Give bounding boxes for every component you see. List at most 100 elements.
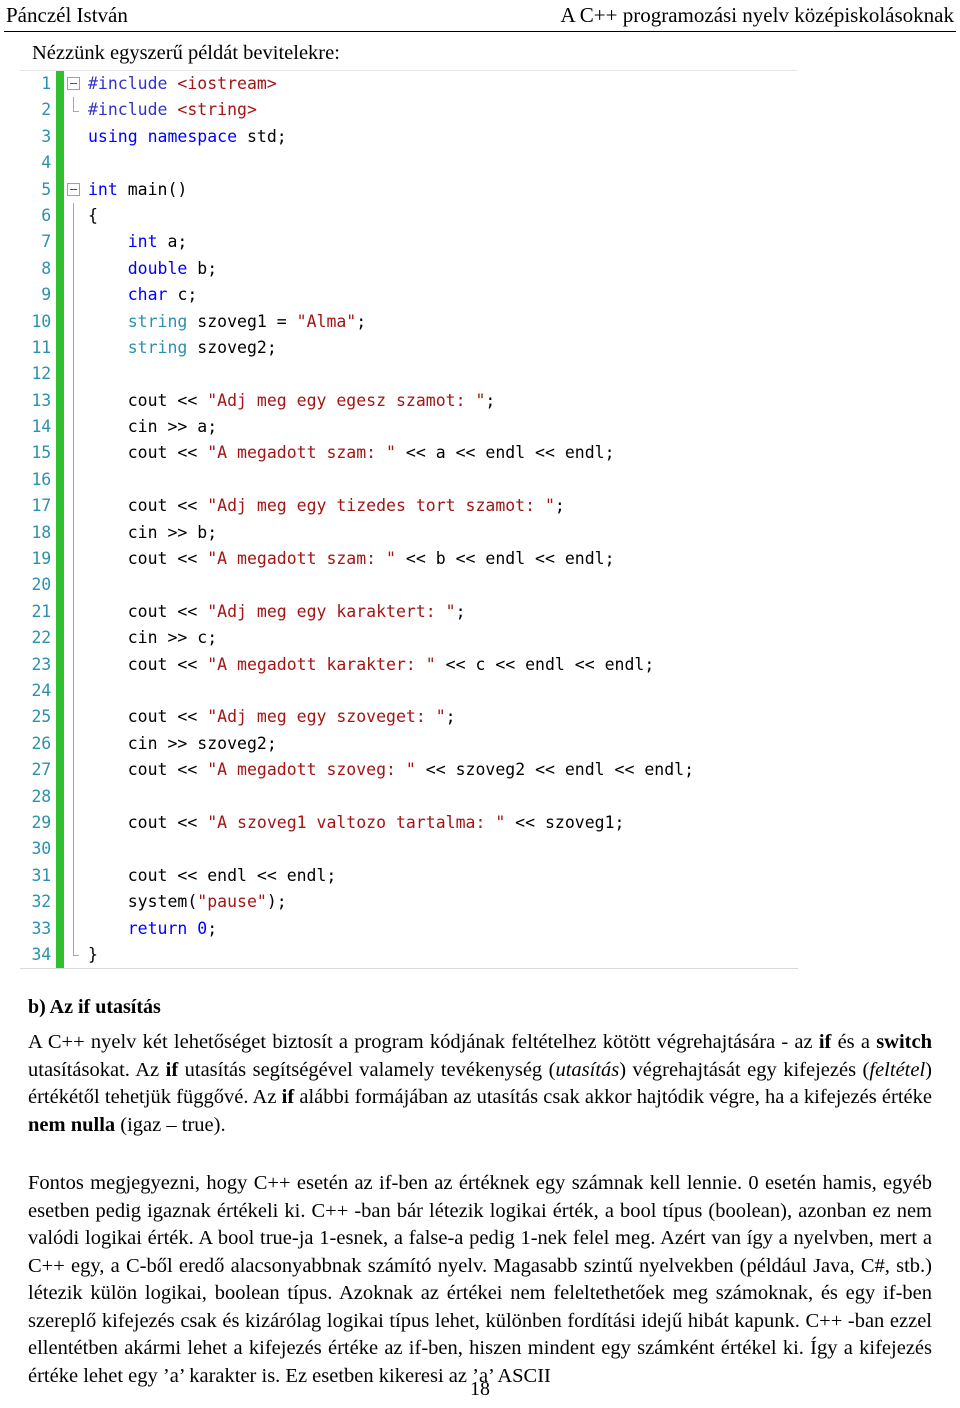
code-line[interactable]: 22 cin >> c; (20, 625, 798, 652)
code-line-text: cout << "A megadott szam: " << b << endl… (127, 549, 615, 569)
code-line-text (86, 836, 798, 862)
change-indicator-bar (56, 440, 64, 467)
code-line[interactable]: 3 using namespace std; (20, 123, 798, 151)
line-number: 32 (31, 892, 52, 912)
outline-scope-line (64, 809, 86, 837)
code-line-text: string szoveg2; (127, 337, 277, 357)
line-number: 14 (31, 417, 52, 437)
code-line[interactable]: 31 cout << endl << endl; (20, 862, 798, 890)
code-line[interactable]: 17 cout << "Adj meg egy tizedes tort sza… (20, 493, 798, 520)
code-editor-block: 1 #include <iostream> 2 #include <string> 3 u… (20, 70, 798, 970)
outline-scope-line (64, 836, 86, 863)
code-line[interactable]: 4 (20, 150, 798, 177)
code-line-text: int main() (88, 179, 188, 199)
line-number: 13 (31, 390, 52, 410)
outline-scope-line (64, 334, 86, 362)
code-line[interactable]: 34} (20, 941, 798, 969)
code-line-text: cout << endl << endl; (127, 865, 337, 885)
line-number: 29 (31, 812, 52, 832)
line-number: 22 (31, 628, 52, 648)
code-line[interactable]: 19 cout << "A megadott szam: " << b << e… (20, 546, 798, 573)
code-line[interactable]: 11 string szoveg2; (20, 334, 798, 362)
change-indicator-bar (56, 783, 64, 810)
outline-scope-line (64, 572, 86, 599)
code-line[interactable]: 5 int main() (20, 176, 798, 203)
code-line[interactable]: 32 system("pause"); (20, 889, 798, 916)
code-line[interactable]: 2 #include <string> (20, 97, 798, 124)
code-line[interactable]: 9 char c; (20, 282, 798, 309)
outline-scope-line (64, 889, 86, 916)
code-line[interactable]: 8 double b; (20, 255, 798, 283)
change-indicator-bar (56, 862, 64, 890)
code-line[interactable]: 13 cout << "Adj meg egy egesz szamot: "; (20, 387, 798, 415)
change-indicator-bar (56, 651, 64, 678)
outline-gutter-empty (64, 124, 86, 150)
header-divider-rule (4, 31, 956, 32)
outline-scope-line (64, 308, 86, 335)
code-line[interactable]: 20 (20, 572, 798, 599)
code-line-text: cin >> b; (127, 522, 218, 542)
code-line-text (86, 784, 798, 810)
outline-scope-line (64, 704, 86, 731)
change-indicator-bar (56, 387, 64, 415)
outline-scope-line (64, 202, 86, 230)
collapse-minus-icon[interactable] (64, 177, 86, 203)
paragraph-bool-explanation: Fontos megjegyezni, hogy C++ esetén az i… (28, 1172, 932, 1387)
code-line-text: cout << "Adj meg egy egesz szamot: "; (127, 390, 496, 410)
outline-scope-line (64, 466, 86, 494)
line-number: 3 (41, 126, 51, 146)
code-line[interactable]: 10 string szoveg1 = "Alma"; (20, 308, 798, 335)
code-line-text: cout << "A megadott karakter: " << c << … (127, 654, 655, 674)
code-line[interactable]: 16 (20, 466, 798, 494)
line-number: 10 (31, 311, 52, 331)
line-number: 8 (41, 258, 51, 278)
code-line-text: return 0; (127, 918, 218, 938)
change-indicator-bar (56, 915, 64, 942)
code-line-text: string szoveg1 = "Alma"; (127, 311, 367, 331)
code-line[interactable]: 29 cout << "A szoveg1 valtozo tartalma: … (20, 809, 798, 837)
code-line-text: cout << "Adj meg egy szoveget: "; (127, 707, 456, 727)
line-number: 21 (31, 601, 52, 621)
change-indicator-bar (56, 519, 64, 547)
code-line[interactable]: 12 (20, 361, 798, 388)
line-number: 27 (31, 760, 52, 780)
line-number: 16 (31, 469, 52, 489)
code-line[interactable]: 21 cout << "Adj meg egy karaktert: "; (20, 598, 798, 626)
change-indicator-bar (56, 150, 64, 177)
outline-scope-line (64, 361, 86, 388)
line-number: 30 (31, 839, 52, 859)
line-number: 34 (31, 944, 52, 964)
code-line-text: cin >> szoveg2; (127, 733, 277, 753)
change-indicator-bar (56, 809, 64, 837)
change-indicator-bar (56, 202, 64, 230)
line-number: 19 (31, 549, 52, 569)
code-line[interactable]: 28 (20, 783, 798, 810)
code-line[interactable]: 26 cin >> szoveg2; (20, 730, 798, 758)
outline-scope-line (64, 493, 86, 520)
code-line[interactable]: 25 cout << "Adj meg egy szoveget: "; (20, 704, 798, 731)
code-line[interactable]: 33 return 0; (20, 915, 798, 942)
outline-scope-line (64, 282, 86, 309)
code-line[interactable]: 27 cout << "A megadott szoveg: " << szov… (20, 757, 798, 784)
code-line[interactable]: 14 cin >> a; (20, 414, 798, 441)
code-line[interactable]: 30 (20, 836, 798, 863)
outline-gutter-empty (64, 150, 86, 176)
header-book-title: A C++ programozási nyelv középiskolásokn… (560, 3, 954, 27)
code-line[interactable]: 18 cin >> b; (20, 519, 798, 547)
code-line[interactable]: 1 #include <iostream> (20, 71, 798, 98)
code-line-text (86, 572, 798, 598)
outline-scope-end-icon (64, 97, 86, 123)
code-line[interactable]: 23 cout << "A megadott karakter: " << c … (20, 651, 798, 678)
code-line[interactable]: 24 (20, 677, 798, 705)
code-line[interactable]: 6{ (20, 202, 798, 230)
line-number: 31 (31, 865, 52, 885)
paragraph-if-statement-intro: A C++ nyelv két lehetőséget biztosít a p… (28, 1031, 932, 1136)
change-indicator-bar (56, 308, 64, 335)
code-line[interactable]: 15 cout << "A megadott szam: " << a << e… (20, 440, 798, 467)
change-indicator-bar (56, 889, 64, 916)
line-number: 5 (41, 179, 51, 199)
change-indicator-bar (56, 97, 64, 124)
code-line[interactable]: 7 int a; (20, 229, 798, 256)
collapse-minus-icon[interactable] (64, 71, 86, 97)
code-line-text: cout << "Adj meg egy karaktert: "; (127, 601, 466, 621)
